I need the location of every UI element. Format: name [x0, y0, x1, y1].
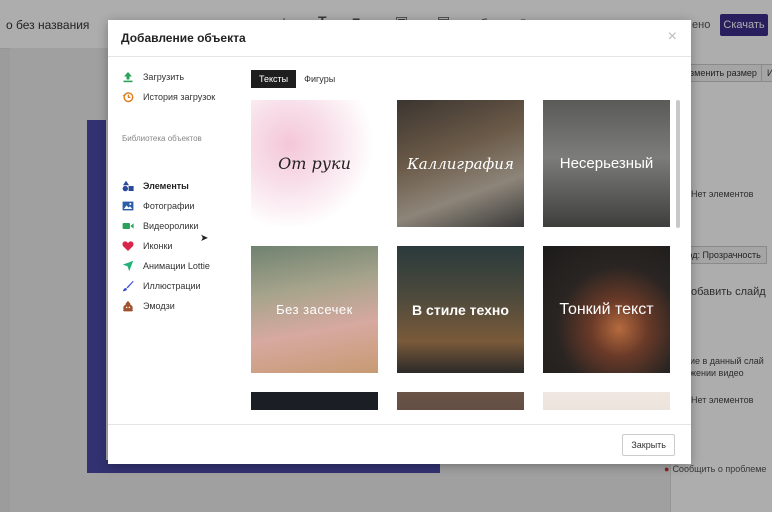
card-thin-text-label: Тонкий текст	[559, 300, 654, 318]
sidebar-item-photos[interactable]: Фотографии	[122, 197, 194, 215]
illustrations-label: Иллюстрации	[143, 281, 201, 291]
sidebar-item-history[interactable]: История загрузок	[122, 88, 215, 106]
video-icon	[122, 220, 134, 232]
tabs-bar: Тексты Фигуры	[251, 70, 343, 88]
card-calligraphy-label: Каллиграфия	[407, 154, 514, 173]
photo-icon	[122, 200, 134, 212]
emoji-icon	[122, 300, 134, 312]
card-thin-text[interactable]: Тонкий текст	[543, 246, 670, 373]
lottie-label: Анимации Lottie	[143, 261, 210, 271]
sidebar-item-upload[interactable]: Загрузить	[122, 68, 184, 86]
card-handwritten-label: От руки	[278, 154, 351, 173]
card-sans-serif-label: Без засечек	[276, 302, 353, 317]
sidebar-item-illustrations[interactable]: Иллюстрации	[122, 277, 201, 295]
tab-texts[interactable]: Тексты	[251, 70, 297, 88]
card-sans-serif[interactable]: Без засечек	[251, 246, 378, 373]
icons-label: Иконки	[143, 241, 173, 251]
elements-label: Элементы	[143, 181, 189, 191]
card-casual[interactable]: Несерьезный	[543, 100, 670, 227]
card-casual-label: Несерьезный	[559, 155, 654, 172]
card-techno-label: В стиле техно	[412, 301, 509, 318]
modal-header: Добавление объекта ×	[108, 20, 691, 57]
modal-footer: Закрыть	[108, 424, 691, 464]
text-style-grid: От руки Каллиграфия Несерьезный Без засе…	[251, 100, 671, 410]
shapes-icon	[122, 180, 134, 192]
sidebar-item-icons[interactable]: Иконки	[122, 237, 172, 255]
mouse-cursor-icon: ➤	[200, 233, 209, 244]
grid-scrollbar[interactable]	[676, 100, 680, 228]
card-calligraphy[interactable]: Каллиграфия	[397, 100, 524, 227]
heart-icon	[122, 240, 134, 252]
videos-label: Видеоролики	[143, 221, 199, 231]
upload-icon	[122, 71, 134, 83]
lottie-icon	[122, 260, 134, 272]
history-icon	[122, 91, 134, 103]
sidebar-item-emoji[interactable]: Эмодзи	[122, 297, 175, 315]
card-handwritten[interactable]: От руки	[251, 100, 378, 227]
close-button[interactable]: Закрыть	[622, 434, 675, 456]
card-style-8[interactable]	[397, 392, 524, 410]
sidebar-item-lottie[interactable]: Анимации Lottie	[122, 257, 210, 275]
card-style-9[interactable]	[543, 392, 670, 410]
emoji-label: Эмодзи	[143, 301, 175, 311]
tab-shapes[interactable]: Фигуры	[296, 70, 343, 88]
add-object-modal: Добавление объекта × Загрузить История з…	[108, 20, 691, 464]
library-section-header: Библиотека объектов	[122, 134, 202, 143]
modal-title: Добавление объекта	[121, 31, 246, 45]
history-label: История загрузок	[143, 92, 216, 102]
upload-label: Загрузить	[143, 72, 185, 82]
sidebar-item-videos[interactable]: Видеоролики	[122, 217, 198, 235]
brush-icon	[122, 280, 134, 292]
photos-label: Фотографии	[143, 201, 195, 211]
close-icon[interactable]: ×	[668, 28, 677, 46]
modal-sidebar: Загрузить История загрузок Библиотека об…	[108, 56, 236, 424]
card-techno[interactable]: В стиле техно	[397, 246, 524, 373]
sidebar-item-elements[interactable]: Элементы	[122, 177, 189, 195]
card-code-style[interactable]	[251, 392, 378, 410]
